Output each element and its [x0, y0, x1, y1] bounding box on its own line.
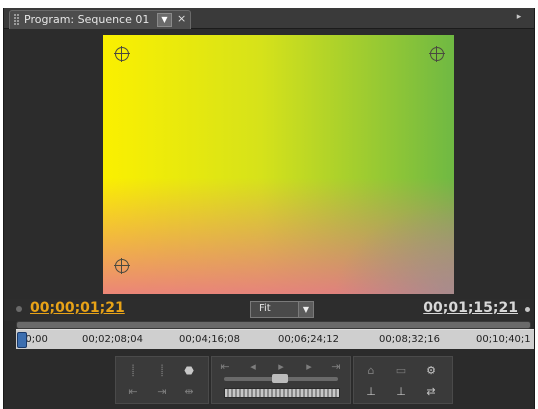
crosshair-icon[interactable]	[114, 258, 130, 274]
mark-in-icon[interactable]: ⸽	[124, 363, 142, 379]
trim-monitor-icon[interactable]: ⇄	[422, 384, 440, 400]
playhead-handle[interactable]	[17, 332, 27, 348]
step-forward-icon[interactable]: ▸	[300, 359, 318, 375]
shuttle-slider[interactable]	[224, 374, 338, 383]
video-frame[interactable]	[103, 35, 454, 294]
sequence-menu-button[interactable]: ▼	[157, 13, 172, 27]
grip-icon[interactable]	[14, 14, 20, 25]
safe-margins-icon[interactable]: ▭	[392, 363, 410, 379]
go-to-previous-edit-icon[interactable]: ⇤	[216, 359, 234, 375]
playback-controls: ⇤ ◂ ▸ ▸ ⇥	[211, 356, 351, 404]
current-timecode[interactable]: 00;00;01;21	[30, 300, 125, 316]
timecode-row: 00;00;01;21 Fit ▼ 00;01;15;21	[4, 299, 534, 321]
play-icon[interactable]: ▸	[272, 359, 290, 375]
zoom-level-value: Fit	[259, 303, 271, 314]
loop-icon[interactable]: ⌂	[362, 363, 380, 379]
tab-program-sequence[interactable]: Program: Sequence 01 ▼ ×	[9, 10, 191, 29]
marker-controls: ⸽ ⸽ ⬣ ⇤ ⇥ ⇹	[115, 356, 209, 404]
jog-disk[interactable]	[224, 388, 340, 398]
zoom-level-select[interactable]: Fit ▼	[250, 301, 314, 318]
timecode-marker-icon	[16, 306, 22, 312]
timecode-indicator-icon	[525, 307, 530, 312]
ruler-tick-label: 00;10;40;1	[476, 334, 531, 345]
panel-tab-bar: Program: Sequence 01 ▼ × ▸	[4, 8, 534, 29]
panel-flyout-menu-icon[interactable]: ▸	[510, 12, 528, 23]
go-to-in-icon[interactable]: ⇤	[124, 384, 142, 400]
shuttle-handle[interactable]	[272, 374, 288, 383]
program-viewer[interactable]	[4, 29, 534, 299]
transport-controls: ⸽ ⸽ ⬣ ⇤ ⇥ ⇹ ⇤ ◂ ▸ ▸ ⇥ ⌂ ▭ ⚙ ⊥ ⊥ ⇄	[4, 349, 534, 409]
crosshair-icon[interactable]	[114, 46, 130, 62]
crosshair-icon[interactable]	[429, 46, 445, 62]
ruler-tick-label: 00;04;16;08	[179, 334, 241, 345]
duration-timecode[interactable]: 00;01;15;21	[423, 300, 518, 316]
set-marker-icon[interactable]: ⬣	[180, 363, 198, 379]
tab-title: Program: Sequence 01	[24, 13, 150, 26]
chevron-down-icon[interactable]: ▼	[298, 302, 313, 317]
lift-icon[interactable]: ⊥	[362, 384, 380, 400]
step-back-icon[interactable]: ◂	[244, 359, 262, 375]
go-to-next-edit-icon[interactable]: ⇥	[327, 359, 345, 375]
program-monitor-panel: Program: Sequence 01 ▼ × ▸ 00;00;01;21 F…	[3, 8, 535, 409]
play-in-to-out-icon[interactable]: ⇹	[180, 384, 198, 400]
premiere-program-monitor: Program: Sequence 01 ▼ × ▸ 00;00;01;21 F…	[0, 0, 538, 409]
extract-icon[interactable]: ⊥	[392, 384, 410, 400]
ruler-tick-label: 00;08;32;16	[379, 334, 441, 345]
close-icon[interactable]: ×	[177, 12, 186, 25]
go-to-out-icon[interactable]: ⇥	[153, 384, 171, 400]
time-ruler[interactable]: 00;00 00;02;08;04 00;04;16;08 00;06;24;1…	[16, 329, 534, 350]
output-options-icon[interactable]: ⚙	[422, 363, 440, 379]
timeline-zoom-scrollbar[interactable]	[16, 321, 531, 329]
ruler-tick-label: 00;02;08;04	[82, 334, 144, 345]
ruler-tick-label: 00;06;24;12	[278, 334, 340, 345]
mark-out-icon[interactable]: ⸽	[153, 363, 171, 379]
edit-controls: ⌂ ▭ ⚙ ⊥ ⊥ ⇄	[353, 356, 453, 404]
